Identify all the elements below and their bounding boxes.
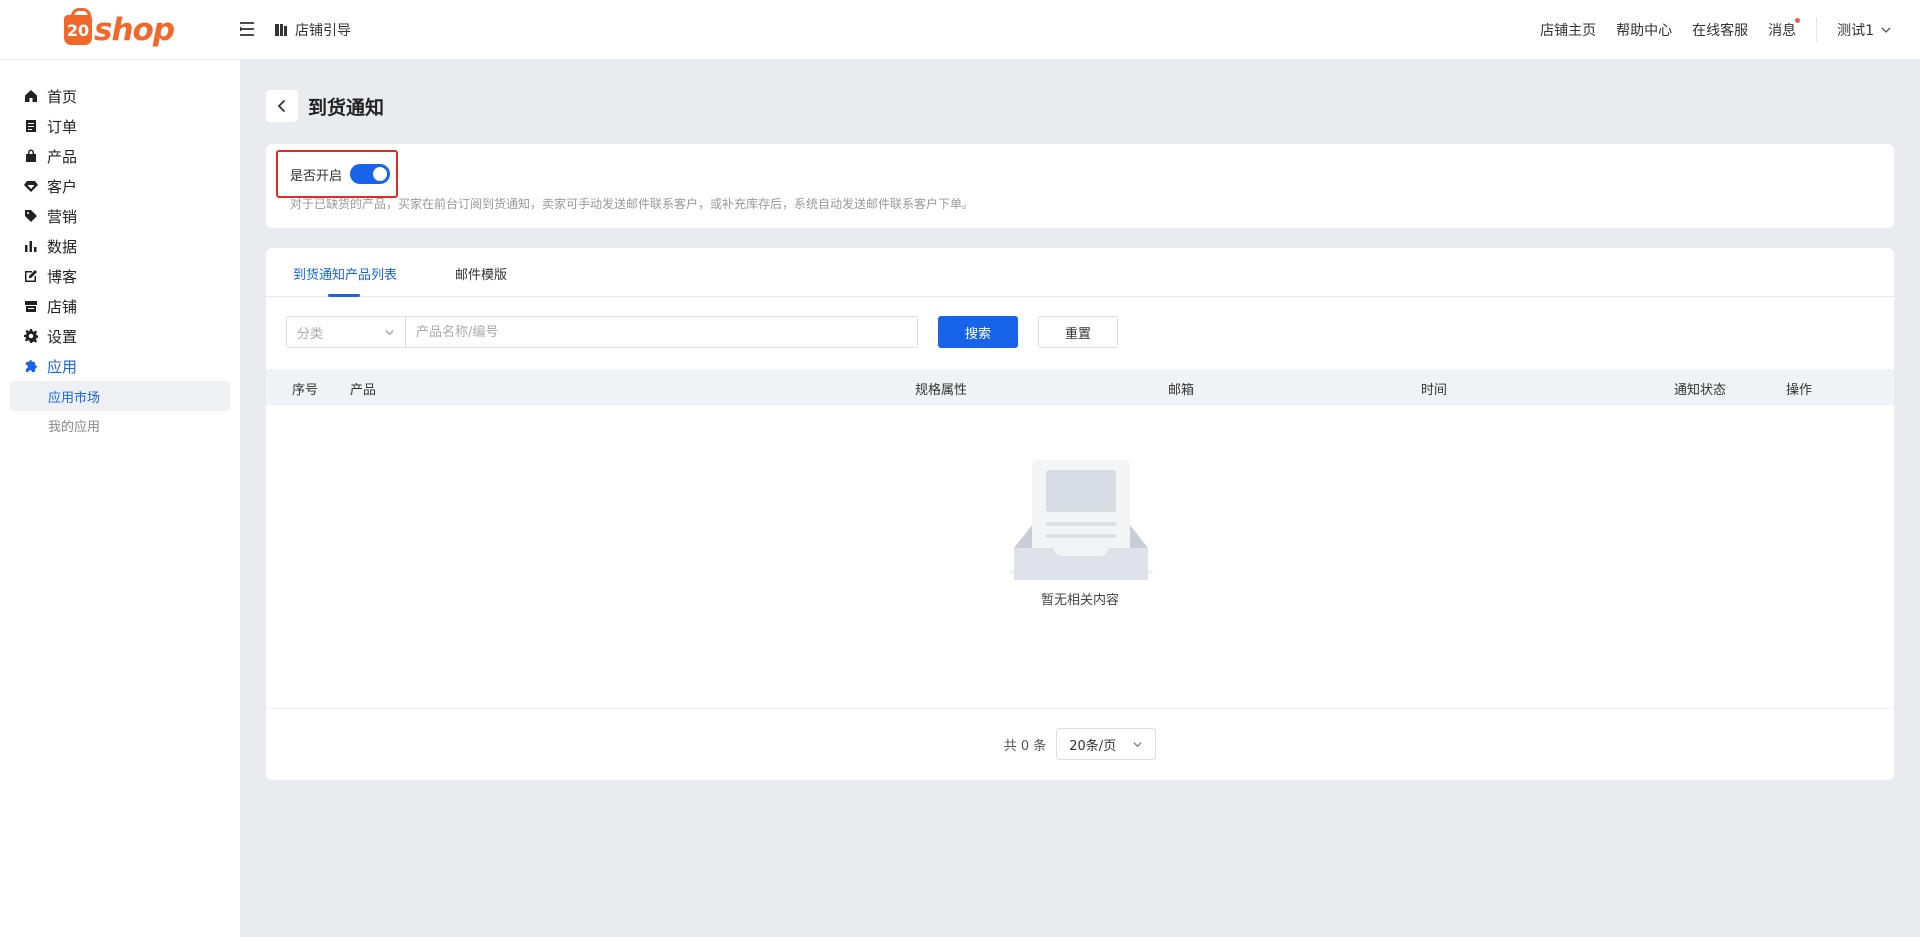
store-home-link[interactable]: 店铺主页: [1540, 20, 1596, 40]
sidebar-item-label: 产品: [47, 147, 78, 166]
feature-description: 对于已缺货的产品，买家在前台订阅到货通知，卖家可手动发送邮件联系客户，或补充库存…: [290, 197, 975, 211]
store-guide-label: 店铺引导: [295, 23, 351, 39]
empty-state-text: 暂无相关内容: [1040, 593, 1119, 608]
column-actions: 操作: [1786, 383, 1813, 398]
sidebar-item-marketing[interactable]: 营销: [24, 205, 77, 227]
active-tab-indicator: [328, 294, 360, 297]
help-center-link[interactable]: 帮助中心: [1616, 20, 1672, 40]
user-menu[interactable]: 测试1: [1837, 20, 1892, 40]
puzzle-icon: [26, 360, 37, 372]
sidebar-item-blog[interactable]: 博客: [24, 265, 77, 287]
header-divider: [1816, 18, 1818, 42]
menu-toggle-icon[interactable]: [238, 20, 256, 38]
pagination: 共 0 条 20条/页: [266, 728, 1894, 760]
sidebar-item-label: 首页: [47, 87, 78, 106]
tab-product-list[interactable]: 到货通知产品列表: [293, 264, 397, 283]
sidebar-item-label: 店铺: [47, 297, 78, 316]
product-search-input[interactable]: [406, 316, 918, 348]
empty-state: 暂无相关内容: [266, 405, 1894, 656]
top-header: 20 shop 店铺引导 店铺主页 帮助中心 在线客服 消息 测试1: [0, 0, 1920, 60]
sidebar-item-orders[interactable]: 订单: [24, 115, 77, 137]
messages-label: 消息: [1768, 23, 1797, 39]
page-header: 到货通知: [266, 90, 384, 122]
chevron-down-icon: [1133, 741, 1142, 747]
toggle-knob: [373, 167, 388, 181]
store-guide-link[interactable]: 店铺引导: [274, 20, 351, 40]
search-button[interactable]: 搜索: [938, 316, 1018, 348]
page-size-select[interactable]: 20条/页: [1056, 728, 1157, 760]
column-time: 时间: [1421, 383, 1448, 398]
sidebar-item-products[interactable]: 产品: [24, 145, 77, 167]
sidebar: 首页 订单 产品 客户 营销 数据 博客 店铺 设置 应用 应用市场 我的应用: [0, 60, 240, 937]
sidebar-item-label: 博客: [47, 267, 78, 286]
sidebar-item-apps[interactable]: 应用: [24, 355, 77, 377]
enable-switch-label: 是否开启: [290, 168, 343, 184]
sidebar-item-label: 订单: [47, 117, 78, 136]
column-notify-status: 通知状态: [1674, 383, 1727, 398]
tab-bar: 到货通知产品列表 邮件模版: [266, 248, 1894, 297]
bag-icon: [26, 149, 36, 162]
sidebar-item-data[interactable]: 数据: [24, 235, 77, 257]
total-count: 共 0 条: [1003, 738, 1047, 754]
tab-email-template[interactable]: 邮件模版: [455, 264, 507, 283]
user-name: 测试1: [1837, 23, 1874, 39]
sidebar-item-label: 客户: [47, 177, 78, 196]
page-title: 到货通知: [308, 96, 385, 119]
list-card: 到货通知产品列表 邮件模版 分类 搜索 重置 序号 产品 规格属性 邮箱 时间 …: [266, 248, 1894, 780]
column-spec: 规格属性: [915, 383, 968, 398]
sidebar-subitem-my-apps[interactable]: 我的应用: [10, 410, 230, 440]
sidebar-subitem-app-market[interactable]: 应用市场: [10, 381, 230, 411]
enable-toggle[interactable]: [350, 164, 391, 184]
diamond-icon: [24, 181, 38, 192]
enable-switch-group: 是否开启: [276, 150, 398, 198]
sidebar-item-settings[interactable]: 设置: [24, 325, 77, 347]
column-product: 产品: [350, 383, 377, 398]
tag-icon: [25, 210, 37, 222]
table-header: 序号 产品 规格属性 邮箱 时间 通知状态 操作: [266, 369, 1894, 405]
sidebar-item-label: 应用: [47, 357, 78, 376]
book-icon: [275, 24, 287, 36]
category-select-placeholder: 分类: [297, 326, 324, 342]
sidebar-item-customers[interactable]: 客户: [24, 175, 77, 197]
chevron-down-icon: [1881, 27, 1891, 33]
filter-bar: 分类 搜索 重置: [286, 316, 1118, 348]
back-button[interactable]: [266, 90, 298, 122]
messages-link[interactable]: 消息: [1768, 18, 1801, 40]
pagination-divider: [266, 708, 1894, 709]
sidebar-item-label: 营销: [47, 207, 78, 226]
logo-mark: 20: [64, 8, 92, 45]
logo-text: shop: [94, 12, 175, 48]
chevron-left-icon: [277, 99, 286, 113]
logo[interactable]: 20 shop: [64, 8, 175, 50]
home-icon: [25, 90, 37, 102]
category-select[interactable]: 分类: [286, 316, 406, 348]
sidebar-item-home[interactable]: 首页: [24, 85, 77, 107]
bar-chart-icon: [25, 241, 37, 252]
empty-inbox-icon: [1009, 460, 1153, 580]
page-size-value: 20条/页: [1069, 738, 1117, 754]
online-service-link[interactable]: 在线客服: [1692, 20, 1748, 40]
reset-button[interactable]: 重置: [1038, 316, 1118, 348]
order-icon: [26, 120, 36, 132]
unread-dot: [1795, 18, 1801, 23]
sidebar-item-label: 数据: [47, 237, 78, 256]
store-icon: [25, 301, 37, 312]
chevron-down-icon: [385, 329, 394, 335]
sidebar-item-store[interactable]: 店铺: [24, 295, 77, 317]
edit-icon: [25, 270, 37, 282]
gear-icon: [24, 329, 38, 343]
column-index: 序号: [292, 383, 319, 398]
settings-card: 是否开启 对于已缺货的产品，买家在前台订阅到货通知，卖家可手动发送邮件联系客户，…: [266, 144, 1894, 228]
sidebar-item-label: 设置: [47, 327, 78, 346]
column-email: 邮箱: [1168, 383, 1195, 398]
